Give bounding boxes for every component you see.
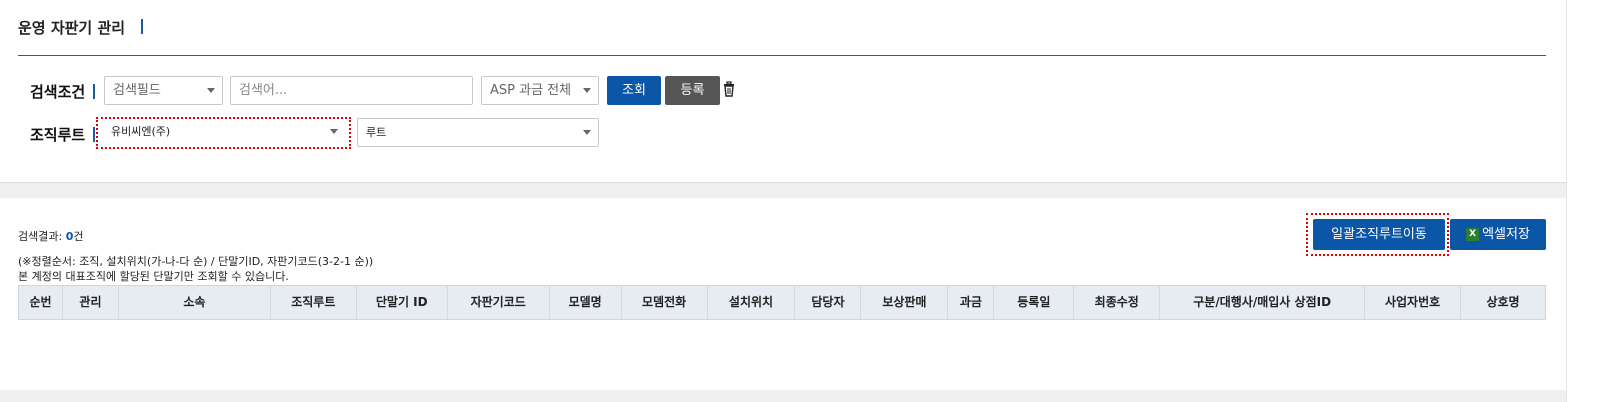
column-header[interactable]: 담당자	[795, 286, 862, 319]
org-select-value: 유비씨엔(주)	[111, 125, 171, 138]
asp-billing-value: ASP 과금 전체	[490, 83, 572, 98]
sort-note: (※정렬순서: 조직, 설치위치(가-나-다 순) / 단말기ID, 자판기코드…	[18, 255, 374, 268]
column-header[interactable]: 등록일	[994, 286, 1075, 319]
title-accent-bar	[141, 19, 143, 34]
column-header[interactable]: 최종수정	[1074, 286, 1161, 319]
search-keyword-placeholder: 검색어...	[239, 83, 288, 98]
column-header[interactable]: 사업자번호	[1365, 286, 1462, 319]
route-select[interactable]: 루트	[357, 118, 599, 147]
bulk-org-route-move-button[interactable]: 일괄조직루트이동	[1313, 219, 1445, 250]
org-route-label: 조직루트	[30, 126, 86, 144]
result-summary: 검색결과: 0건	[18, 228, 83, 244]
column-header[interactable]: 보상판매	[861, 286, 949, 319]
chevron-down-icon	[330, 129, 338, 134]
route-select-value: 루트	[366, 126, 387, 139]
column-header[interactable]: 모뎀전화	[622, 286, 708, 319]
chevron-down-icon	[583, 88, 591, 93]
search-label-bar	[93, 84, 95, 99]
column-header[interactable]: 과금	[948, 286, 995, 319]
query-button[interactable]: 조회	[607, 76, 661, 105]
org-select[interactable]: 유비씨엔(주)	[103, 120, 345, 146]
column-header[interactable]: 상호명	[1461, 286, 1545, 319]
column-header[interactable]: 구분/대행사/매입사 상점ID	[1160, 286, 1366, 319]
chevron-down-icon	[583, 130, 591, 135]
search-field-select[interactable]: 검색필드	[104, 76, 223, 105]
column-header[interactable]: 관리	[63, 286, 119, 319]
search-condition-label: 검색조건	[30, 83, 86, 101]
search-panel: 운영 자판기 관리 검색조건 검색필드 검색어... ASP 과금 전체 조회 …	[0, 0, 1566, 183]
register-button[interactable]: 등록	[665, 76, 720, 105]
search-keyword-input[interactable]: 검색어...	[230, 76, 473, 105]
column-header[interactable]: 단말기 ID	[357, 286, 448, 319]
page-title: 운영 자판기 관리	[18, 19, 126, 37]
title-divider	[18, 55, 1546, 56]
column-header[interactable]: 모델명	[550, 286, 622, 319]
scope-note: 본 계정의 대표조직에 할당된 단말기만 조회할 수 있습니다.	[18, 270, 289, 283]
asp-billing-select[interactable]: ASP 과금 전체	[481, 76, 599, 105]
excel-save-label: 엑셀저장	[1482, 227, 1530, 242]
result-suffix: 건	[73, 230, 84, 243]
excel-save-button[interactable]: X 엑셀저장	[1450, 219, 1546, 250]
org-route-label-bar	[93, 127, 95, 142]
scrollbar-track[interactable]	[1566, 0, 1613, 402]
column-header[interactable]: 순번	[19, 286, 63, 319]
result-table-header: 순번 관리 소속 조직루트 단말기 ID 자판기코드 모델명 모뎀전화 설치위치…	[18, 285, 1546, 320]
chevron-down-icon	[207, 88, 215, 93]
excel-icon: X	[1466, 228, 1480, 241]
result-prefix: 검색결과:	[18, 230, 63, 243]
column-header[interactable]: 조직루트	[271, 286, 357, 319]
trash-icon[interactable]	[722, 81, 736, 97]
column-header[interactable]: 소속	[119, 286, 271, 319]
search-field-value: 검색필드	[113, 83, 161, 98]
column-header[interactable]: 자판기코드	[448, 286, 550, 319]
column-header[interactable]: 설치위치	[708, 286, 796, 319]
